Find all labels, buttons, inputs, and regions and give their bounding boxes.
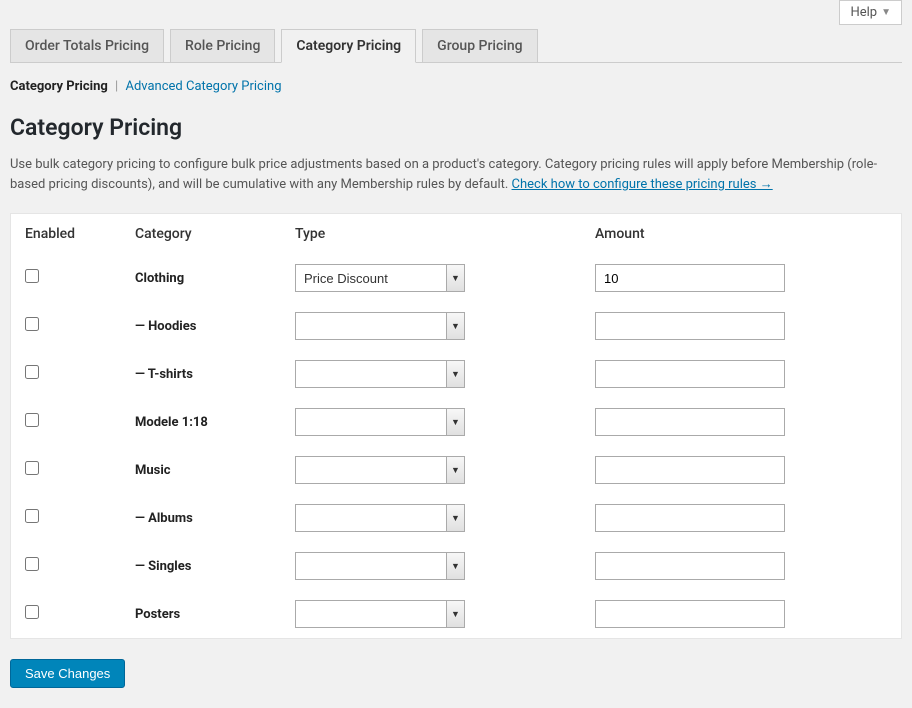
- subtab-separator: |: [115, 79, 118, 94]
- type-select[interactable]: Price Discount: [295, 504, 465, 532]
- table-row: MusicPrice Discount▼: [11, 446, 901, 494]
- type-select[interactable]: Price Discount: [295, 264, 465, 292]
- type-select[interactable]: Price Discount: [295, 552, 465, 580]
- category-label: Music: [135, 463, 171, 478]
- category-label: Posters: [135, 607, 180, 622]
- amount-input[interactable]: [595, 504, 785, 532]
- type-select[interactable]: Price Discount: [295, 360, 465, 388]
- enabled-checkbox[interactable]: [25, 365, 39, 379]
- page-title: Category Pricing: [10, 114, 902, 141]
- type-select[interactable]: Price Discount: [295, 456, 465, 484]
- type-select[interactable]: Price Discount: [295, 408, 465, 436]
- category-label: — T-shirts: [135, 367, 193, 382]
- amount-input[interactable]: [595, 360, 785, 388]
- type-select[interactable]: Price Discount: [295, 600, 465, 628]
- enabled-checkbox[interactable]: [25, 413, 39, 427]
- tab-role-pricing[interactable]: Role Pricing: [170, 29, 275, 63]
- table-row: — HoodiesPrice Discount▼: [11, 302, 901, 350]
- pricing-panel: Enabled Category Type Amount Clothing Pri…: [10, 213, 902, 639]
- page-description: Use bulk category pricing to configure b…: [10, 155, 900, 195]
- enabled-checkbox[interactable]: [25, 461, 39, 475]
- enabled-checkbox[interactable]: [25, 317, 39, 331]
- subtab-advanced[interactable]: Advanced Category Pricing: [125, 79, 281, 94]
- tab-category-pricing[interactable]: Category Pricing: [281, 29, 416, 63]
- category-label: — Albums: [135, 511, 193, 526]
- table-row: PostersPrice Discount▼: [11, 590, 901, 638]
- enabled-checkbox[interactable]: [25, 269, 39, 283]
- table-row: ClothingPrice Discount▼: [11, 254, 901, 302]
- enabled-checkbox[interactable]: [25, 557, 39, 571]
- save-button[interactable]: Save Changes: [10, 659, 125, 688]
- tab-order-totals-pricing[interactable]: Order Totals Pricing: [10, 29, 164, 63]
- amount-input[interactable]: [595, 600, 785, 628]
- help-label: Help: [850, 5, 877, 20]
- th-category: Category: [121, 214, 281, 254]
- subtab-current: Category Pricing: [10, 79, 108, 94]
- amount-input[interactable]: [595, 312, 785, 340]
- table-row: — SinglesPrice Discount▼: [11, 542, 901, 590]
- amount-input[interactable]: [595, 552, 785, 580]
- category-label: Clothing: [135, 271, 184, 286]
- type-select[interactable]: Price Discount: [295, 312, 465, 340]
- enabled-checkbox[interactable]: [25, 605, 39, 619]
- enabled-checkbox[interactable]: [25, 509, 39, 523]
- category-label: Modele 1:18: [135, 415, 208, 430]
- amount-input[interactable]: [595, 264, 785, 292]
- category-label: — Singles: [135, 559, 191, 574]
- chevron-down-icon: ▼: [881, 7, 891, 18]
- pricing-table: Enabled Category Type Amount Clothing Pri…: [11, 214, 901, 638]
- table-row: — T-shirtsPrice Discount▼: [11, 350, 901, 398]
- table-row: — AlbumsPrice Discount▼: [11, 494, 901, 542]
- help-tab[interactable]: Help ▼: [839, 0, 902, 25]
- help-link[interactable]: Check how to configure these pricing rul…: [512, 177, 773, 192]
- amount-input[interactable]: [595, 456, 785, 484]
- main-tabs: Order Totals PricingRole PricingCategory…: [10, 28, 902, 63]
- table-row: Modele 1:18Price Discount▼: [11, 398, 901, 446]
- subtabs: Category Pricing | Advanced Category Pri…: [10, 63, 902, 104]
- th-enabled: Enabled: [11, 214, 121, 254]
- th-type: Type: [281, 214, 581, 254]
- tab-group-pricing[interactable]: Group Pricing: [422, 29, 537, 63]
- category-label: — Hoodies: [135, 319, 196, 334]
- amount-input[interactable]: [595, 408, 785, 436]
- th-amount: Amount: [581, 214, 901, 254]
